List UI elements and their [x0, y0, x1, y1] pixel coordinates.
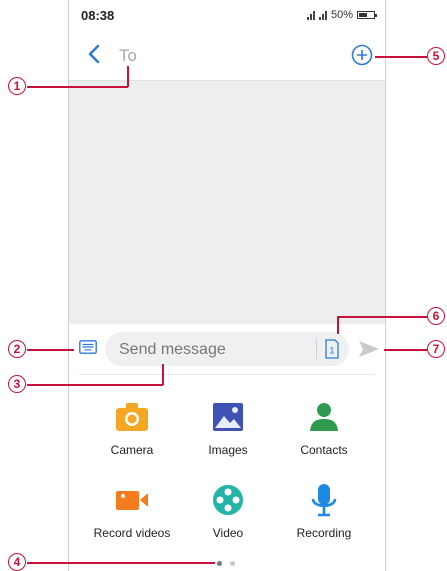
callout-2-number: 2 — [8, 340, 26, 358]
status-icons: 50% — [306, 9, 377, 21]
keyboard-toggle-icon[interactable] — [79, 340, 97, 354]
sim-number: 1 — [329, 346, 334, 356]
microphone-icon — [311, 484, 337, 517]
battery-icon — [357, 11, 377, 19]
battery-percent: 50% — [330, 9, 353, 21]
callout-3-number: 3 — [8, 375, 26, 393]
message-placeholder: Send message — [119, 341, 226, 358]
callout-5-number: 5 — [427, 47, 445, 65]
attach-images-label: Images — [208, 443, 248, 457]
video-reel-icon — [213, 485, 243, 515]
callout-6-leader — [337, 316, 427, 318]
attach-camera[interactable]: Camera — [82, 397, 182, 457]
camera-icon — [116, 403, 148, 431]
back-arrow-icon[interactable] — [83, 42, 107, 66]
sim-divider — [316, 339, 317, 359]
callout-5-leader — [375, 56, 427, 58]
add-recipient-icon[interactable] — [351, 44, 373, 66]
attach-record-videos[interactable]: Record videos — [82, 480, 182, 540]
callout-4-leader — [27, 562, 215, 564]
images-icon — [213, 403, 243, 431]
attach-record-videos-label: Record videos — [93, 526, 171, 540]
contacts-icon — [310, 403, 338, 431]
callout-3-leader — [27, 384, 163, 386]
send-icon[interactable] — [358, 340, 380, 358]
record-video-icon — [116, 491, 148, 510]
page-dot-active — [217, 561, 222, 566]
callout-3-leader-up — [162, 364, 164, 385]
attach-video-label: Video — [212, 526, 244, 540]
page-dot — [230, 561, 235, 566]
callout-4-number: 4 — [8, 553, 26, 571]
attach-recording-label: Recording — [296, 526, 352, 540]
attach-video[interactable]: Video — [178, 480, 278, 540]
callout-6-number: 6 — [427, 307, 445, 325]
conversation-area — [69, 81, 385, 324]
callout-1-leader — [27, 86, 128, 88]
attach-contacts[interactable]: Contacts — [274, 397, 374, 457]
callout-1-number: 1 — [8, 77, 26, 95]
attach-images[interactable]: Images — [178, 397, 278, 457]
clock: 08:38 — [81, 8, 115, 23]
attach-recording[interactable]: Recording — [274, 480, 374, 540]
page-indicator — [217, 561, 235, 566]
signal-icon-2 — [318, 10, 327, 20]
sim-select-icon[interactable]: 1 — [325, 339, 339, 359]
attach-contacts-label: Contacts — [300, 443, 348, 457]
status-bar: 08:38 50% — [69, 0, 385, 32]
attach-camera-label: Camera — [110, 443, 154, 457]
composer-divider — [79, 374, 375, 375]
callout-1-leader-up — [127, 66, 129, 87]
recipient-header: To — [69, 32, 385, 81]
callout-7-number: 7 — [427, 340, 445, 358]
signal-icon — [306, 10, 315, 20]
to-recipient-input[interactable]: To — [119, 46, 137, 66]
message-input[interactable]: Send message 1 — [105, 332, 349, 366]
callout-2-leader — [27, 349, 74, 351]
callout-6-leader-down — [337, 316, 339, 334]
callout-7-leader — [384, 349, 427, 351]
